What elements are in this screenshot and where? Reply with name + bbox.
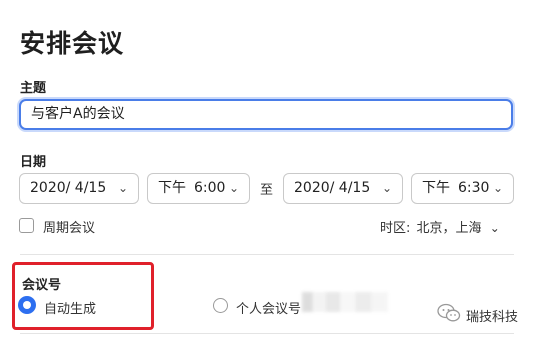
redacted-meeting-id (302, 292, 388, 312)
chevron-down-icon: ⌄ (117, 181, 128, 195)
end-time-select[interactable]: 下午 6:30 ⌄ (411, 173, 514, 204)
chevron-down-icon: ⌄ (492, 181, 503, 195)
radio-personal-meeting-id-label: 个人会议号 (236, 302, 302, 317)
topic-input[interactable]: 与客户A的会议 (19, 99, 513, 130)
page-title: 安排会议 (20, 29, 125, 58)
timezone-select[interactable]: 时区: 北京，上海 ⌄ (380, 217, 500, 236)
chevron-down-icon: ⌄ (381, 181, 392, 195)
chevron-down-icon: ⌄ (228, 181, 239, 195)
start-date-select[interactable]: 2020/ 4/15 ⌄ (19, 173, 139, 204)
recurring-label: 周期会议 (43, 221, 96, 236)
section-divider (20, 333, 514, 334)
radio-personal-meeting-id[interactable] (213, 298, 228, 313)
timezone-label: 时区: (380, 221, 411, 236)
wechat-icon (437, 303, 461, 322)
section-divider (20, 254, 514, 255)
chevron-down-icon: ⌄ (489, 221, 500, 235)
start-date-value: 2020/ 4/15 (30, 180, 107, 196)
watermark-text: 瑞技科技 (466, 310, 519, 325)
recurring-checkbox[interactable] (19, 218, 34, 233)
timezone-value: 北京，上海 (416, 221, 482, 236)
start-time-select[interactable]: 下午 6:00 ⌄ (147, 173, 250, 204)
end-ampm: 下午 (422, 180, 450, 196)
start-ampm: 下午 (158, 180, 186, 196)
topic-label: 主题 (20, 81, 47, 96)
end-date-select[interactable]: 2020/ 4/15 ⌄ (283, 173, 403, 204)
start-time-value: 6:00 (194, 180, 226, 196)
date-label: 日期 (20, 155, 47, 170)
end-time-value: 6:30 (458, 180, 490, 196)
date-range-separator: 至 (260, 183, 274, 198)
annotation-highlight-box (12, 262, 154, 330)
end-date-value: 2020/ 4/15 (294, 180, 371, 196)
